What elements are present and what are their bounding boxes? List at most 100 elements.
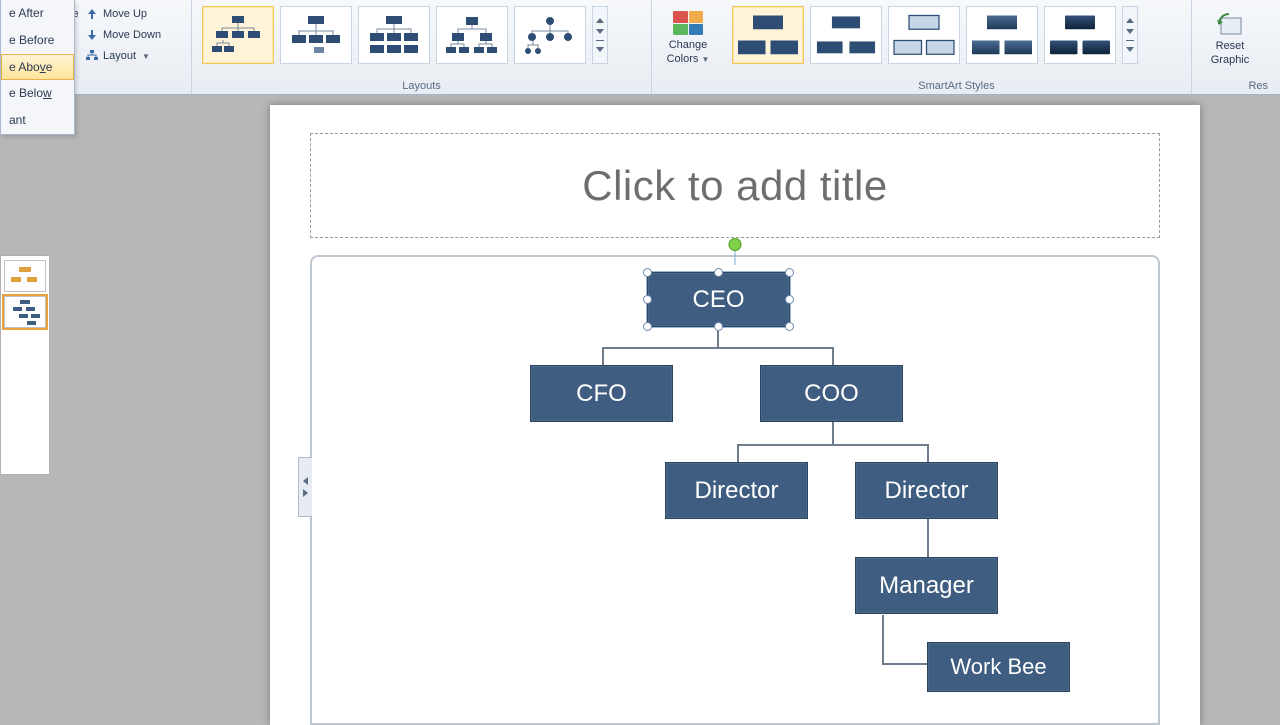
color-swatch-icon bbox=[673, 11, 703, 35]
slide-canvas[interactable]: Click to add title bbox=[270, 105, 1200, 725]
layout-dropdown-button[interactable]: Layout ▼ bbox=[78, 46, 185, 66]
style-option-4[interactable] bbox=[966, 6, 1038, 64]
node-manager[interactable]: Manager bbox=[855, 557, 998, 614]
style-option-1[interactable] bbox=[732, 6, 804, 64]
triangle-right-icon bbox=[303, 489, 308, 497]
reset-group-label-partial: Res bbox=[1192, 80, 1270, 92]
selection-handle[interactable] bbox=[785, 322, 794, 331]
reset-label-2: Graphic bbox=[1211, 54, 1250, 66]
chevron-down-icon bbox=[596, 47, 604, 52]
title-placeholder-text: Click to add title bbox=[582, 162, 887, 210]
layouts-group-label: Layouts bbox=[192, 80, 651, 92]
menu-item-before[interactable]: e Before bbox=[1, 27, 74, 54]
node-cfo-label: CFO bbox=[576, 380, 627, 408]
ribbon-layouts-group: Layouts bbox=[192, 0, 652, 94]
menu-item-below[interactable]: e Below bbox=[1, 80, 74, 107]
node-ceo-label: CEO bbox=[692, 286, 744, 314]
menu-item-after[interactable]: e After bbox=[1, 0, 74, 27]
chevron-up-icon bbox=[1126, 18, 1134, 23]
layout-label: Layout bbox=[103, 50, 136, 62]
smartart-frame[interactable]: CEO CFO COO Director bbox=[310, 255, 1160, 725]
connector bbox=[602, 347, 834, 349]
ribbon-arrange-group: Move Up Move Down Layout ▼ bbox=[72, 0, 192, 94]
smartart-styles-gallery bbox=[728, 2, 1185, 74]
selection-handle[interactable] bbox=[643, 268, 652, 277]
reset-icon bbox=[1215, 10, 1245, 38]
node-director1-label: Director bbox=[694, 477, 778, 505]
layouts-gallery-more[interactable] bbox=[592, 6, 608, 64]
node-director2-label: Director bbox=[884, 477, 968, 505]
chevron-down-icon bbox=[596, 29, 604, 34]
move-down-label: Move Down bbox=[103, 29, 161, 41]
arrow-down-icon bbox=[85, 28, 99, 42]
change-colors-button[interactable]: Change Colors ▼ bbox=[658, 2, 718, 74]
node-director-1[interactable]: Director bbox=[665, 462, 808, 519]
connector bbox=[737, 444, 929, 446]
node-workbee[interactable]: Work Bee bbox=[927, 642, 1070, 692]
chevron-down-icon bbox=[1126, 47, 1134, 52]
connector bbox=[927, 444, 929, 462]
layout-icon bbox=[85, 49, 99, 63]
connector bbox=[832, 347, 834, 365]
ribbon-reset-group: Reset Graphic Res bbox=[1192, 0, 1270, 94]
styles-gallery-more[interactable] bbox=[1122, 6, 1138, 64]
chevron-down-icon bbox=[1126, 29, 1134, 34]
node-coo[interactable]: COO bbox=[760, 365, 903, 422]
layout-option-2[interactable] bbox=[280, 6, 352, 64]
connector bbox=[927, 519, 929, 557]
ribbon: e After e Before e Above e Below ant Pro… bbox=[0, 0, 1280, 95]
layout-option-5[interactable] bbox=[514, 6, 586, 64]
move-up-button[interactable]: Move Up bbox=[78, 4, 185, 24]
slide-thumbnail-panel[interactable] bbox=[0, 255, 50, 475]
style-option-2[interactable] bbox=[810, 6, 882, 64]
smartart-styles-group-label: SmartArt Styles bbox=[722, 80, 1191, 92]
selection-handle[interactable] bbox=[785, 268, 794, 277]
move-up-label: Move Up bbox=[103, 8, 147, 20]
connector bbox=[602, 347, 604, 365]
chevron-up-icon bbox=[596, 18, 604, 23]
selection-handle[interactable] bbox=[785, 295, 794, 304]
layout-option-3[interactable] bbox=[358, 6, 430, 64]
selection-handle[interactable] bbox=[714, 268, 723, 277]
ribbon-change-colors: Change Colors ▼ bbox=[652, 0, 722, 94]
rotation-handle[interactable] bbox=[729, 238, 742, 251]
change-colors-label-1: Change bbox=[669, 39, 708, 51]
rotation-connector bbox=[735, 251, 736, 265]
arrow-up-icon bbox=[85, 7, 99, 21]
connector bbox=[882, 663, 927, 665]
reset-label-1: Reset bbox=[1216, 40, 1245, 52]
ribbon-smartart-styles-group: SmartArt Styles bbox=[722, 0, 1192, 94]
node-workbee-label: Work Bee bbox=[950, 654, 1046, 680]
org-chart: CEO CFO COO Director bbox=[312, 267, 1158, 723]
node-coo-label: COO bbox=[804, 380, 859, 408]
selection-handle[interactable] bbox=[643, 322, 652, 331]
selection-handle[interactable] bbox=[643, 295, 652, 304]
node-cfo[interactable]: CFO bbox=[530, 365, 673, 422]
layout-option-1[interactable] bbox=[202, 6, 274, 64]
change-colors-label-2: Colors bbox=[667, 53, 699, 65]
menu-item-assistant[interactable]: ant bbox=[1, 107, 74, 134]
workspace: Click to add title bbox=[0, 95, 1280, 720]
connector bbox=[737, 444, 739, 462]
node-manager-label: Manager bbox=[879, 572, 974, 600]
text-pane-toggle[interactable] bbox=[298, 457, 312, 517]
reset-graphic-button[interactable]: Reset Graphic bbox=[1198, 2, 1262, 74]
move-down-button[interactable]: Move Down bbox=[78, 25, 185, 45]
node-ceo[interactable]: CEO bbox=[647, 272, 790, 327]
triangle-left-icon bbox=[303, 477, 308, 485]
title-placeholder[interactable]: Click to add title bbox=[310, 133, 1160, 238]
menu-item-above[interactable]: e Above bbox=[1, 54, 74, 80]
selection-handle[interactable] bbox=[714, 322, 723, 331]
chevron-down-icon: ▼ bbox=[142, 52, 150, 61]
add-shape-dropdown[interactable]: e After e Before e Above e Below ant bbox=[0, 0, 75, 135]
thumbnail-1[interactable] bbox=[4, 260, 46, 292]
style-option-5[interactable] bbox=[1044, 6, 1116, 64]
node-director-2[interactable]: Director bbox=[855, 462, 998, 519]
style-option-3[interactable] bbox=[888, 6, 960, 64]
layouts-gallery bbox=[198, 2, 645, 74]
connector bbox=[882, 615, 884, 663]
connector bbox=[832, 422, 834, 444]
layout-option-4[interactable] bbox=[436, 6, 508, 64]
thumbnail-2[interactable] bbox=[4, 296, 46, 328]
chevron-down-icon: ▼ bbox=[701, 55, 709, 64]
